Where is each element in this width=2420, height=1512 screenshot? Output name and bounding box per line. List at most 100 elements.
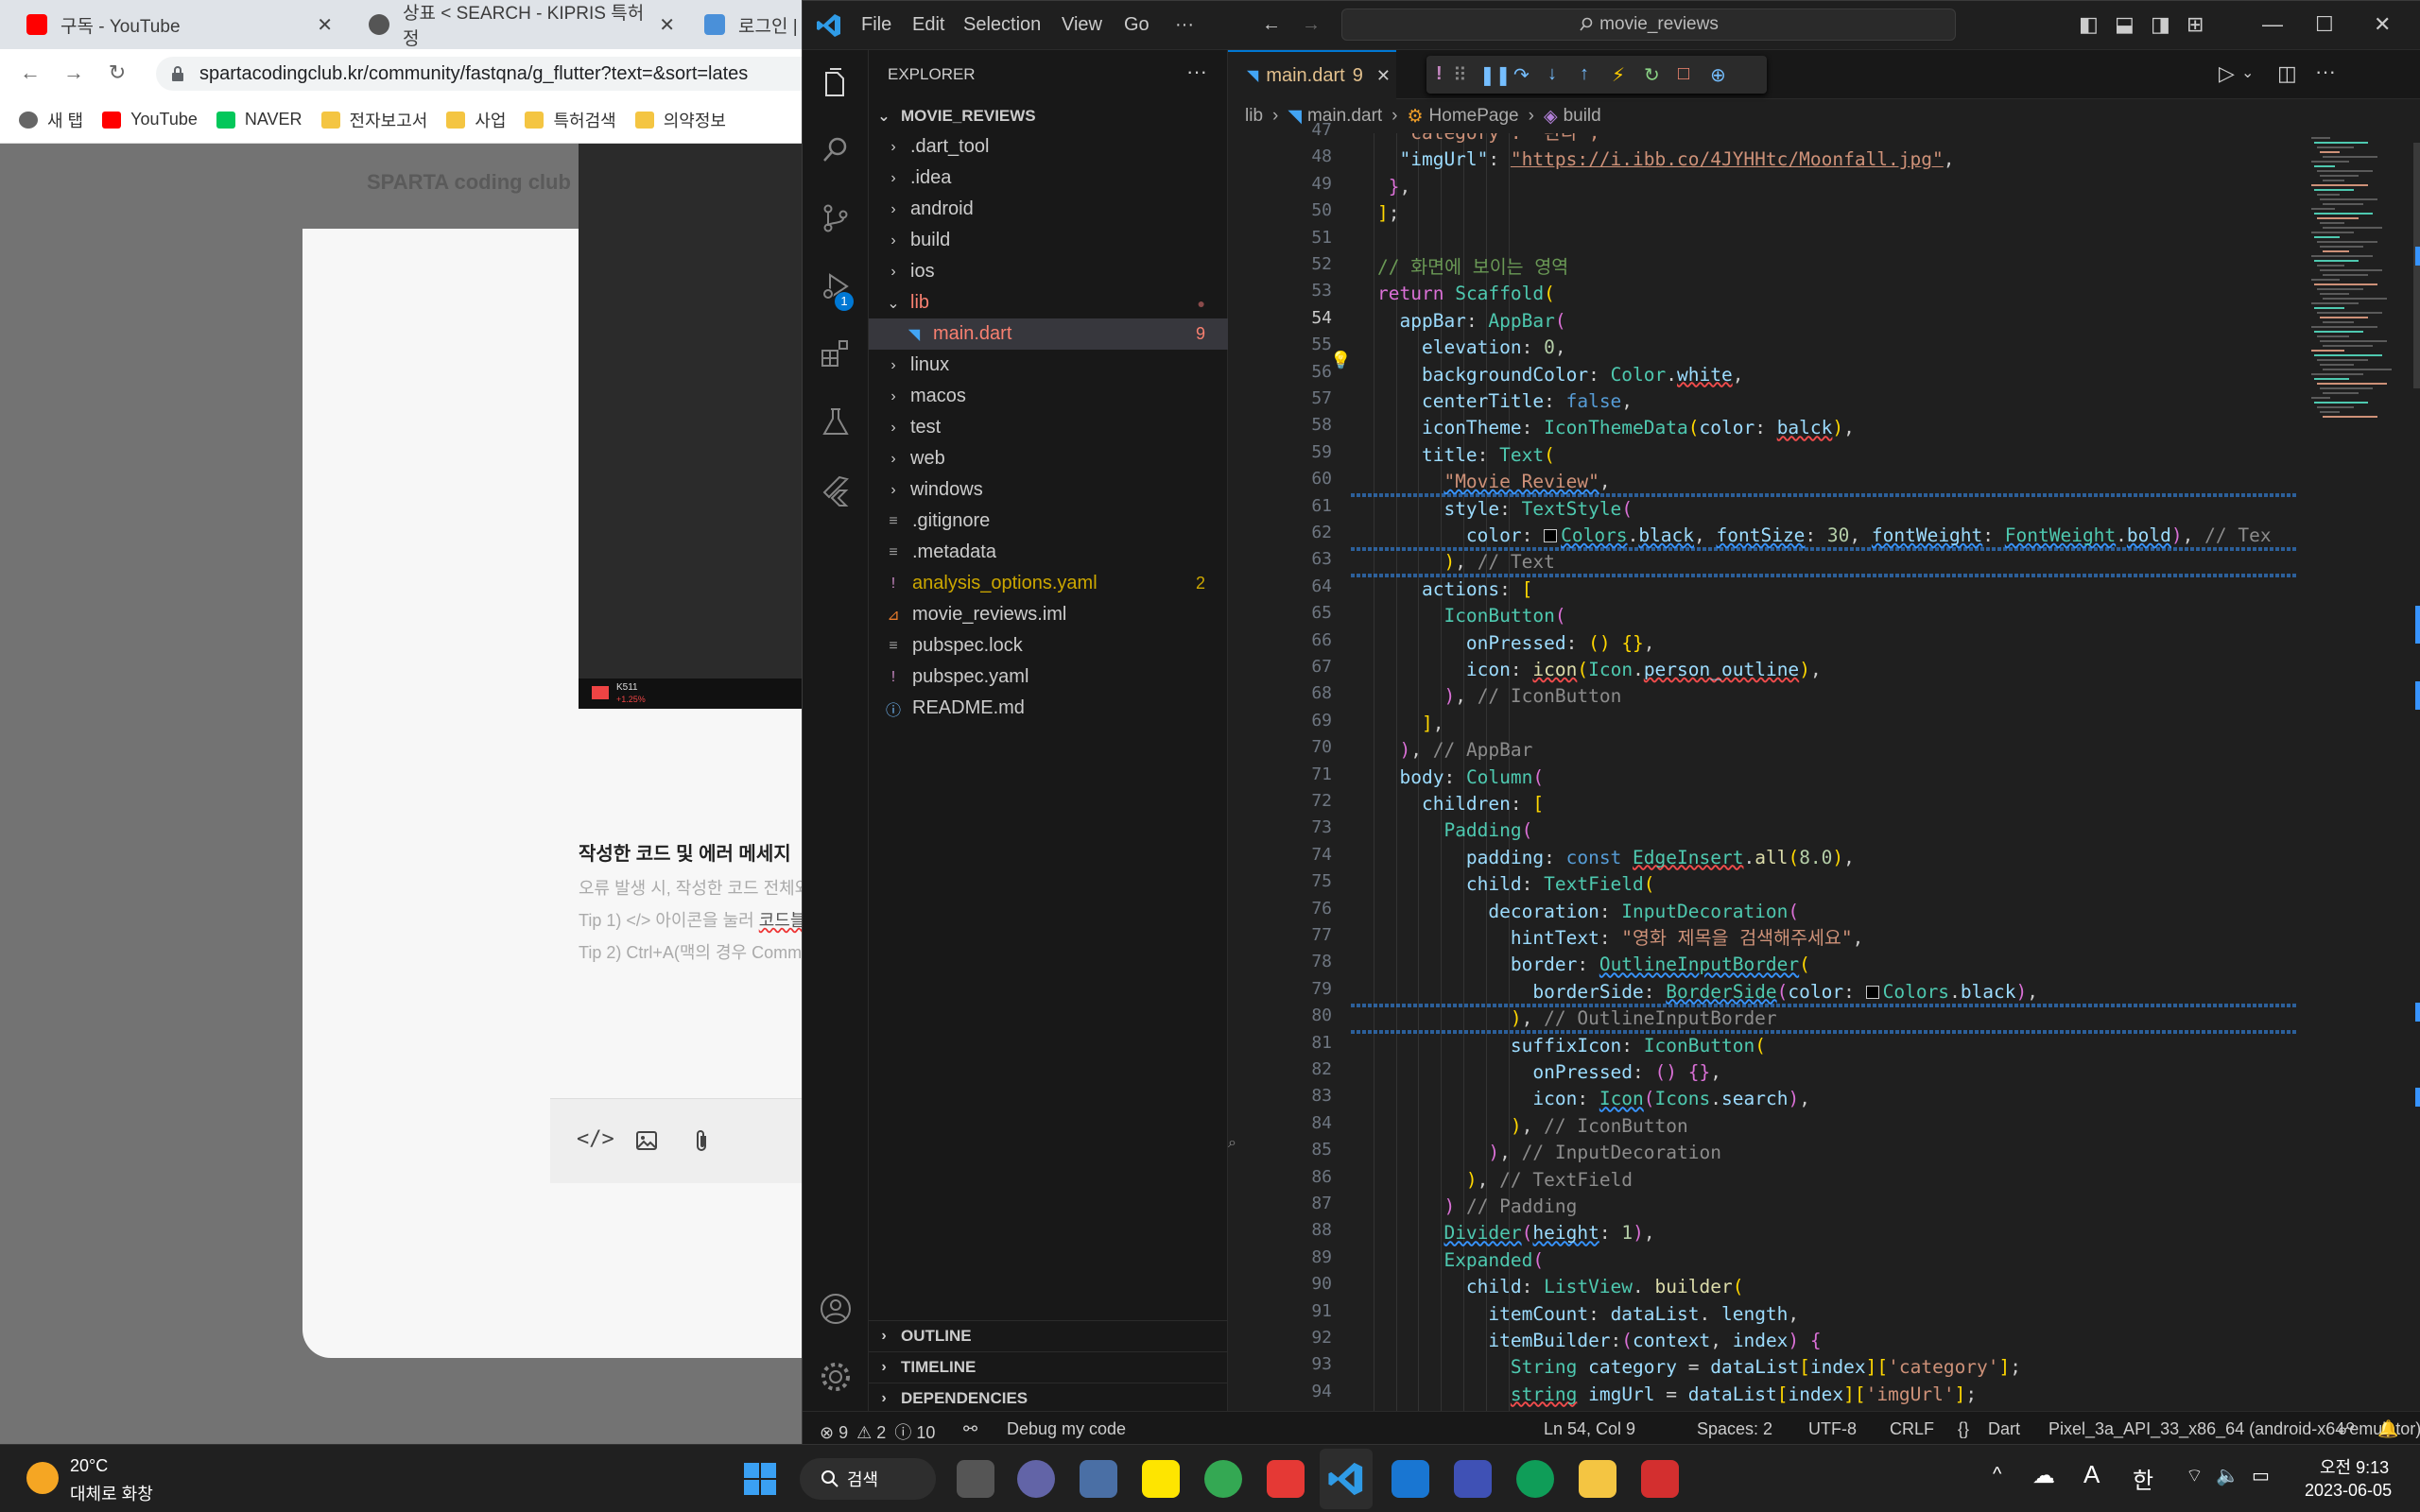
close-tab-icon[interactable]: ✕ (1376, 66, 1391, 86)
step-out-icon[interactable]: ↑ (1580, 63, 1589, 85)
code-line[interactable]: ), // InputDecoration (1377, 1140, 1721, 1166)
menu-file[interactable]: File (861, 14, 891, 36)
app-red2-icon[interactable] (1641, 1460, 1679, 1498)
maximize-icon[interactable]: ☐ (2315, 12, 2334, 37)
explorer-item[interactable]: › .dart_tool (869, 131, 1228, 163)
explorer-item[interactable]: ≡ .gitignore (869, 506, 1228, 537)
settings-gear-icon[interactable] (819, 1360, 853, 1394)
code-line[interactable]: ]; (1377, 200, 1400, 227)
code-line[interactable]: "category": "판타", (1377, 133, 1599, 146)
device-selector[interactable]: Pixel_3a_API_33_x86_64 (android-x64 emul… (2048, 1419, 2420, 1439)
notifications-icon[interactable]: 🔔 (2377, 1419, 2398, 1439)
extensions-icon[interactable] (819, 337, 853, 371)
code-line[interactable]: iconTheme: IconThemeData(color: balck), (1377, 415, 1855, 441)
run-dropdown-icon[interactable]: ⌄ (2241, 63, 2254, 82)
task-view-icon[interactable] (957, 1460, 994, 1498)
browser-tab-kipris[interactable]: 상표 < SEARCH - KIPRIS 특허정 ✕ (369, 0, 681, 49)
code-line[interactable]: }, (1377, 174, 1411, 200)
panel-dependencies[interactable]: › DEPENDENCIES (869, 1383, 1228, 1414)
explorer-item[interactable]: › android (869, 194, 1228, 225)
scroll-thumb[interactable] (2413, 143, 2420, 388)
toggle-primary-sidebar-icon[interactable]: ◧ (2079, 12, 2099, 37)
code-line[interactable]: ), // AppBar (1377, 737, 1532, 764)
lightbulb-icon[interactable]: 💡 (1330, 351, 1351, 370)
volume-icon[interactable]: 🔈 (2216, 1464, 2239, 1487)
android-studio-icon[interactable] (1454, 1460, 1492, 1498)
explorer-item[interactable]: › web (869, 443, 1228, 474)
code-line[interactable]: Divider(height: 1), (1377, 1220, 1654, 1246)
wifi-icon[interactable]: ⌔ (2186, 1464, 2204, 1487)
run-icon[interactable]: ▷ (2219, 61, 2235, 86)
kakaotalk-icon[interactable] (1142, 1460, 1180, 1498)
close-window-icon[interactable]: ✕ (2374, 12, 2391, 37)
code-line[interactable]: suffixIcon: IconButton( (1377, 1033, 1766, 1059)
code-line[interactable]: child: ListView. builder( (1377, 1274, 1744, 1300)
code-line[interactable]: style: TextStyle( (1377, 496, 1633, 523)
forward-icon[interactable]: → (59, 60, 89, 85)
code-line[interactable]: onPressed: () {}, (1377, 1059, 1721, 1086)
video-embed[interactable]: K511 +1.25% (579, 144, 813, 709)
stop-icon[interactable]: □ (1678, 63, 1689, 85)
language-mode[interactable]: Dart (1988, 1419, 2020, 1439)
chrome-icon[interactable] (1204, 1460, 1242, 1498)
address-bar[interactable]: spartacodingclub.kr/community/fastqna/g_… (156, 57, 813, 91)
search-icon[interactable] (819, 133, 853, 167)
clock-date[interactable]: 2023-06-05 (2305, 1481, 2392, 1501)
explorer-item[interactable]: ◥ main.dart 9 (869, 318, 1228, 350)
code-line[interactable]: hintText: "영화 제목을 검색해주세요", (1377, 925, 1863, 952)
flutter-icon[interactable] (819, 473, 853, 507)
command-center[interactable]: movie_reviews (1341, 9, 1956, 41)
nav-forward-icon[interactable]: → (1302, 14, 1321, 36)
code-line[interactable]: body: Column( (1377, 765, 1544, 791)
file-explorer-icon[interactable] (1579, 1460, 1616, 1498)
nav-back-icon[interactable]: ← (1262, 14, 1281, 36)
menu-more[interactable]: ··· (1175, 14, 1194, 36)
code-line[interactable]: itemBuilder:(context, index) { (1377, 1328, 1821, 1354)
app-blue-icon[interactable] (1392, 1460, 1429, 1498)
breadcrumb-class[interactable]: HomePage (1429, 106, 1519, 127)
step-into-icon[interactable]: ↓ (1547, 63, 1557, 85)
code-block-icon[interactable]: </> (577, 1127, 614, 1151)
bookmark-new-tab[interactable]: 새 탭 (19, 108, 83, 132)
onedrive-icon[interactable]: ☁ (2032, 1462, 2055, 1489)
chevron-up-icon[interactable]: ^ (1993, 1464, 2001, 1486)
code-line[interactable]: Expanded( (1377, 1247, 1544, 1274)
explorer-item[interactable]: › macos (869, 381, 1228, 412)
code-line[interactable]: ), // IconButton (1377, 1113, 1688, 1140)
explorer-item[interactable]: › test (869, 412, 1228, 443)
explorer-item[interactable]: ⓘ README.md (869, 693, 1228, 724)
source-control-icon[interactable] (819, 201, 853, 235)
code-line[interactable]: IconButton( (1377, 603, 1565, 629)
customize-layout-icon[interactable]: ⊞ (2187, 12, 2204, 37)
reload-icon[interactable]: ↻ (102, 60, 132, 85)
ime-mode[interactable]: A (2083, 1460, 2100, 1489)
pause-icon[interactable]: ❚❚ (1479, 63, 1512, 87)
close-tab-icon[interactable]: ✕ (659, 13, 675, 37)
vscode-taskbar-icon[interactable] (1327, 1460, 1365, 1498)
debug-config[interactable]: Debug my code (1007, 1419, 1126, 1439)
project-root[interactable]: ⌄ MOVIE_REVIEWS (869, 100, 1228, 131)
close-tab-icon[interactable]: ✕ (317, 13, 333, 37)
weather-sun-icon[interactable] (26, 1462, 59, 1494)
toggle-panel-icon[interactable]: ⬓ (2115, 12, 2135, 37)
explorer-item[interactable]: ! pubspec.yaml (869, 662, 1228, 693)
explorer-item[interactable]: ⌄ lib ● (869, 287, 1228, 318)
drag-handle-icon[interactable]: ⠿ (1453, 63, 1467, 87)
code-line[interactable]: return Scaffold( (1377, 281, 1555, 307)
minimap[interactable] (2306, 133, 2410, 436)
tab-main-dart[interactable]: ◥ main.dart 9 ✕ (1228, 50, 1396, 99)
battery-icon[interactable]: ▭ (2252, 1464, 2270, 1487)
explorer-item[interactable]: › windows (869, 474, 1228, 506)
store-icon[interactable] (1080, 1460, 1117, 1498)
code-line[interactable]: centerTitle: false, (1377, 388, 1633, 415)
bookmark-folder[interactable]: 특허검색 (525, 108, 616, 132)
menu-edit[interactable]: Edit (912, 14, 944, 36)
indentation[interactable]: Spaces: 2 (1697, 1419, 1772, 1439)
browser-tab-youtube[interactable]: 구독 - YouTube ✕ (26, 0, 338, 49)
split-editor-icon[interactable]: ◫ (2277, 61, 2297, 86)
toggle-secondary-sidebar-icon[interactable]: ◨ (2151, 12, 2170, 37)
weather-temp[interactable]: 20°C (70, 1456, 108, 1476)
code-line[interactable]: elevation: 0, (1377, 335, 1566, 361)
bookmark-folder[interactable]: 전자보고서 (320, 108, 427, 132)
code-line[interactable]: ], (1377, 711, 1444, 737)
